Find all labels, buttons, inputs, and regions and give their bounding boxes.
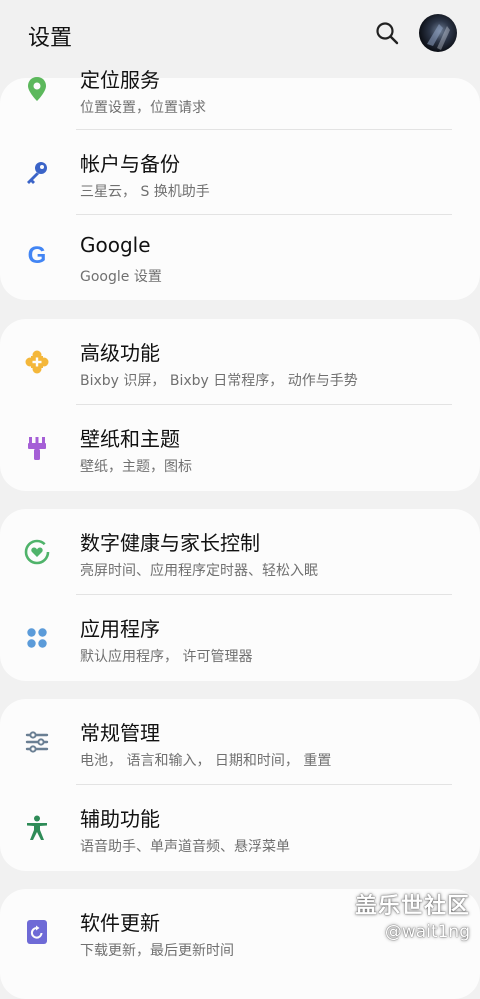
apps-grid-icon [22, 623, 52, 653]
settings-item-accounts[interactable]: 帐户与备份 三星云， S 换机助手 [0, 130, 480, 216]
settings-group-advanced: 高级功能 Bixby 识屏， Bixby 日常程序， 动作与手势 壁纸和主题 壁… [0, 319, 480, 491]
watermark-title: 盖乐世社区 [354, 894, 470, 919]
search-button[interactable] [372, 18, 402, 48]
svg-text:G: G [28, 242, 47, 269]
settings-item-general[interactable]: 常规管理 电池， 语言和输入， 日期和时间， 重置 [0, 699, 480, 785]
settings-item-label: 帐户与备份 [80, 152, 180, 176]
app-header: 设置 [0, 0, 480, 68]
settings-group-general: 常规管理 电池， 语言和输入， 日期和时间， 重置 辅助功能 语音助手、单声道音… [0, 699, 480, 871]
settings-item-label: Google [80, 233, 151, 257]
settings-item-label: 定位服务 [80, 68, 160, 92]
settings-item-subtitle: 默认应用程序， 许可管理器 [80, 649, 253, 665]
settings-item-subtitle: Bixby 识屏， Bixby 日常程序， 动作与手势 [80, 373, 358, 389]
puzzle-icon [22, 347, 52, 377]
paintbrush-icon [22, 433, 52, 463]
settings-item-google[interactable]: G Google Google 设置 [0, 215, 480, 301]
settings-item-advanced[interactable]: 高级功能 Bixby 识屏， Bixby 日常程序， 动作与手势 [0, 319, 480, 405]
wellbeing-heart-icon [22, 537, 52, 567]
settings-item-subtitle: 三星云， S 换机助手 [80, 184, 210, 200]
settings-item-subtitle: 语音助手、单声道音频、悬浮菜单 [80, 839, 290, 855]
settings-group-wellbeing: 数字健康与家长控制 亮屏时间、应用程序定时器、轻松入眠 应用程序 默认应用程序，… [0, 509, 480, 681]
watermark: 盖乐世社区 @wait1ng [355, 888, 470, 942]
settings-item-label: 常规管理 [80, 721, 160, 745]
settings-item-wellbeing[interactable]: 数字健康与家长控制 亮屏时间、应用程序定时器、轻松入眠 [0, 509, 480, 595]
settings-item-label: 应用程序 [80, 617, 160, 641]
settings-item-label: 辅助功能 [80, 807, 160, 831]
settings-item-subtitle: Google 设置 [80, 269, 162, 285]
location-pin-icon [22, 74, 52, 104]
settings-item-subtitle: 下载更新，最后更新时间 [80, 943, 234, 959]
settings-group-accounts: 定位服务 位置设置，位置请求 帐户与备份 三星云， S 换机助手 G Googl… [0, 68, 480, 301]
settings-item-subtitle: 位置设置，位置请求 [80, 100, 206, 116]
settings-item-subtitle: 亮屏时间、应用程序定时器、轻松入眠 [80, 563, 318, 579]
settings-item-label: 壁纸和主题 [80, 427, 180, 451]
software-update-icon [22, 917, 52, 947]
sliders-icon [22, 727, 52, 757]
search-icon [376, 22, 399, 45]
settings-item-label: 数字健康与家长控制 [80, 531, 260, 555]
avatar[interactable] [419, 14, 457, 52]
settings-item-apps[interactable]: 应用程序 默认应用程序， 许可管理器 [0, 595, 480, 681]
settings-item-wallpaper[interactable]: 壁纸和主题 壁纸，主题，图标 [0, 405, 480, 491]
watermark-handle: @wait1ng [384, 922, 470, 942]
accessibility-icon [22, 813, 52, 843]
page-title: 设置 [28, 26, 73, 51]
key-icon [22, 158, 52, 188]
settings-item-label: 软件更新 [80, 911, 160, 935]
settings-item-subtitle: 电池， 语言和输入， 日期和时间， 重置 [80, 753, 332, 769]
settings-item-accessibility[interactable]: 辅助功能 语音助手、单声道音频、悬浮菜单 [0, 785, 480, 871]
settings-item-subtitle: 壁纸，主题，图标 [80, 459, 192, 475]
google-icon: G [22, 239, 52, 269]
settings-item-label: 高级功能 [80, 341, 160, 365]
